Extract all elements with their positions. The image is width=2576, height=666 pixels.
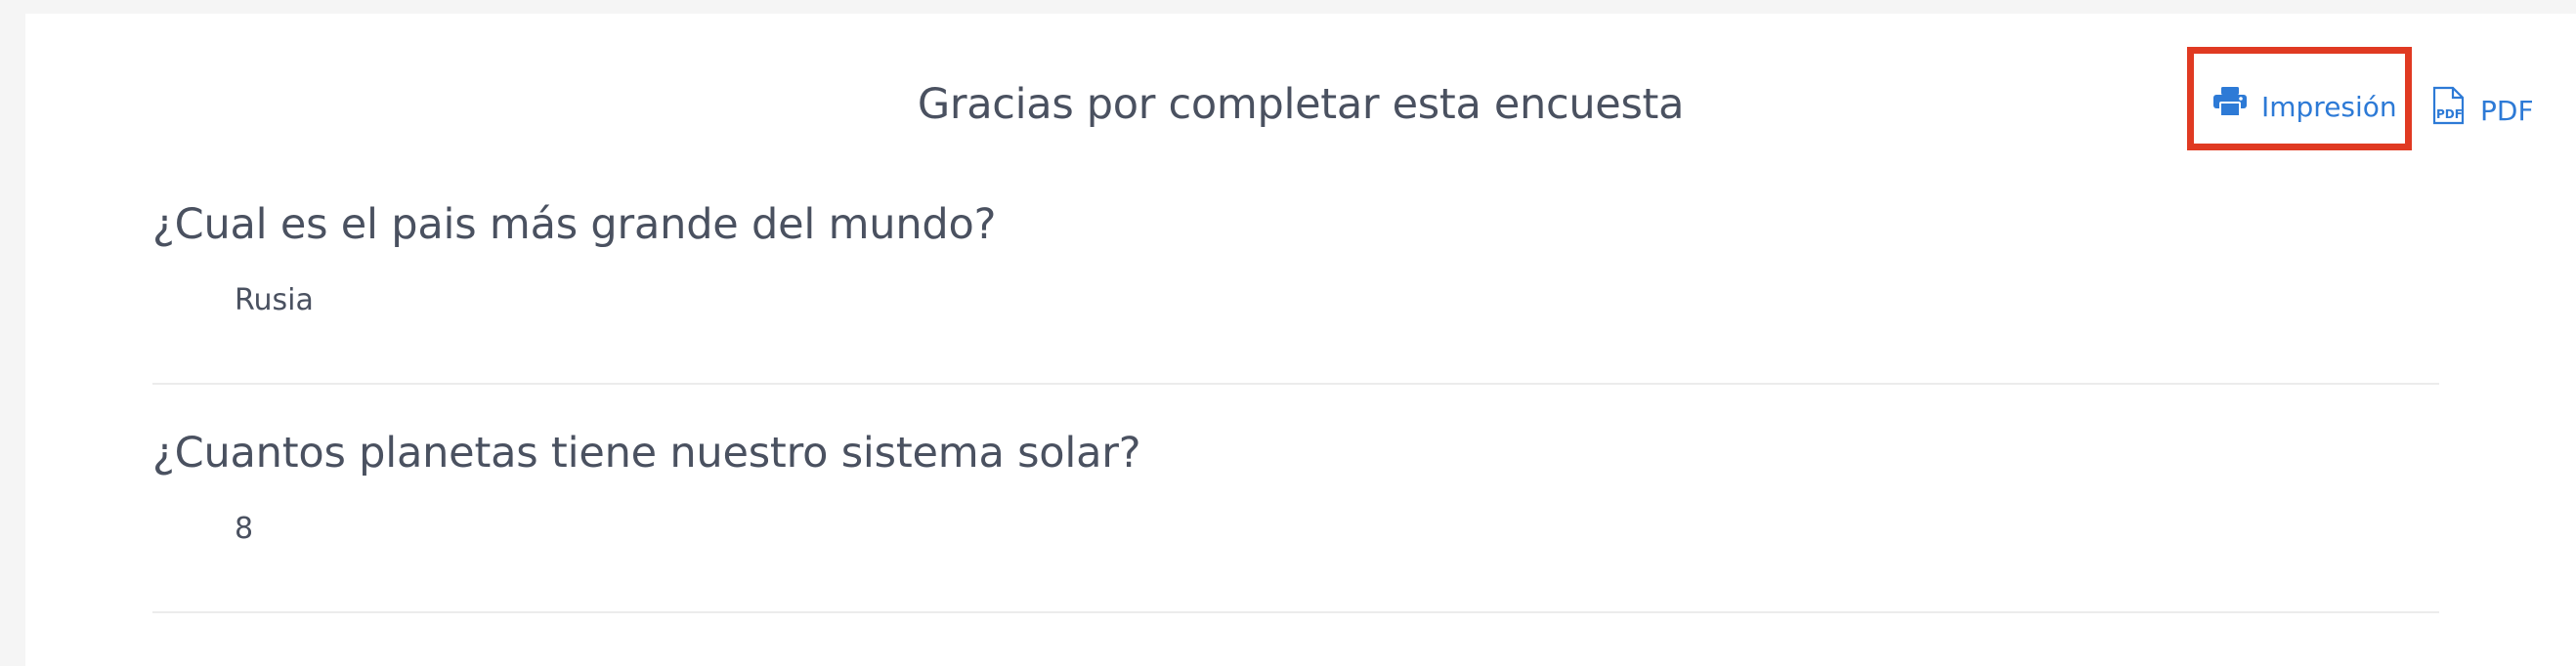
svg-text:PDF: PDF xyxy=(2436,107,2463,121)
survey-results-card: Gracias por completar esta encuesta Impr… xyxy=(25,14,2576,666)
pdf-file-icon: PDF xyxy=(2431,86,2480,136)
answer-text: 8 xyxy=(235,512,254,546)
question-text: ¿Cuantos planetas tiene nuestro sistema … xyxy=(152,429,1141,478)
question-item: ¿Cual es el pais más grande del mundo? R… xyxy=(152,195,2439,385)
pdf-button[interactable]: PDF PDF xyxy=(2431,86,2534,136)
pdf-button-label: PDF xyxy=(2480,94,2534,127)
answer-text: Rusia xyxy=(235,283,314,317)
printer-icon xyxy=(2212,86,2261,128)
print-button-label: Impresión xyxy=(2261,90,2397,123)
print-button[interactable]: Impresión xyxy=(2212,86,2397,128)
question-text: ¿Cual es el pais más grande del mundo? xyxy=(152,200,997,249)
question-item: ¿Cuantos planetas tiene nuestro sistema … xyxy=(152,424,2439,613)
